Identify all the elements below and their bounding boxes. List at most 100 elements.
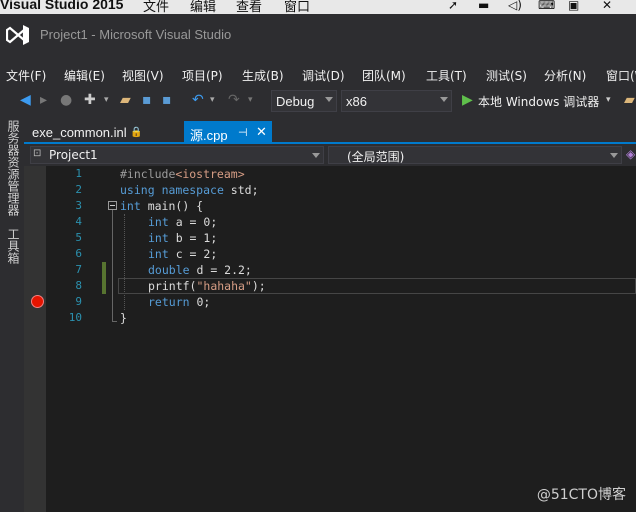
include-header: <iostream>	[175, 167, 245, 181]
scope-dropdown-icon	[610, 153, 618, 158]
menu-build[interactable]: 生成(B)	[242, 67, 284, 84]
menu-view[interactable]: 视图(V)	[122, 67, 164, 84]
project-scope-value: Project1	[49, 148, 98, 162]
keyword: int	[148, 215, 169, 229]
new-project-icon[interactable]: ✚	[84, 92, 96, 108]
menu-team[interactable]: 团队(M)	[362, 67, 406, 84]
keyword: return	[148, 295, 190, 309]
line-number: 3	[75, 199, 82, 212]
forward-circle-icon[interactable]: ●	[60, 92, 72, 108]
code-text: d = 2.2;	[189, 263, 252, 277]
breakpoint-icon[interactable]	[31, 295, 44, 308]
fold-guide-end	[112, 321, 117, 322]
lock-icon: 🔒	[130, 127, 143, 138]
project-scope-select[interactable]: ⊡ Project1	[30, 146, 324, 164]
code-text: printf(	[148, 279, 197, 293]
mac-menu-file[interactable]: 文件	[143, 0, 169, 14]
menu-test[interactable]: 测试(S)	[486, 67, 527, 84]
menu-project[interactable]: 项目(P)	[182, 67, 223, 84]
save-all-icon[interactable]: ▪	[162, 92, 172, 108]
mac-menu-window[interactable]: 窗口	[284, 0, 310, 14]
run-debugger-button[interactable]: 本地 Windows 调试器	[478, 93, 599, 110]
redo-icon[interactable]: ↷	[228, 92, 240, 108]
platform-value: x86	[346, 94, 367, 109]
menu-file[interactable]: 文件(F)	[6, 67, 46, 84]
close-icon[interactable]: ✕	[602, 0, 612, 12]
platform-select[interactable]: x86	[341, 90, 452, 112]
code-editor[interactable]	[24, 166, 636, 512]
line-number: 5	[75, 231, 82, 244]
line-number: 8	[75, 279, 82, 292]
collapse-toggle-icon[interactable]	[108, 201, 117, 210]
string-literal: "hahaha"	[196, 279, 252, 293]
menu-edit[interactable]: 编辑(E)	[64, 67, 105, 84]
code-text: a = 0;	[168, 215, 218, 229]
member-scope-icon[interactable]: ◈	[626, 147, 635, 161]
chat-icon[interactable]: ▬	[478, 0, 489, 12]
code-line[interactable]: using namespace std;	[120, 183, 259, 197]
box-icon[interactable]: ▣	[568, 0, 579, 12]
platform-dropdown-icon	[440, 97, 448, 102]
dropdown-arrow-icon[interactable]: ▾	[104, 92, 109, 108]
window-title: Project1 - Microsoft Visual Studio	[40, 27, 232, 42]
line-number: 1	[75, 167, 82, 180]
toolbox-tab[interactable]: 工具箱	[5, 228, 22, 264]
code-text: c = 2;	[168, 247, 218, 261]
keyword: int	[120, 199, 141, 213]
code-line[interactable]: #include<iostream>	[120, 167, 245, 181]
change-indicator	[102, 262, 106, 294]
code-line[interactable]: int a = 0;	[148, 215, 217, 229]
line-number: 2	[75, 183, 82, 196]
breakpoint-margin[interactable]	[24, 166, 46, 512]
play-icon[interactable]: ▶	[462, 92, 473, 108]
pin-icon[interactable]: ⊣	[238, 126, 248, 139]
code-line[interactable]: int c = 2;	[148, 247, 217, 261]
global-scope-select[interactable]: (全局范围)	[328, 146, 622, 164]
undo-dropdown-icon[interactable]: ▾	[210, 92, 215, 108]
menu-analyze[interactable]: 分析(N)	[544, 67, 586, 84]
code-line[interactable]: int b = 1;	[148, 231, 217, 245]
tab-exe-common[interactable]: exe_common.inl 🔒	[24, 121, 182, 143]
toolbar-extra-icon[interactable]: ▰	[624, 92, 635, 108]
menu-window[interactable]: 窗口(W)	[606, 67, 636, 84]
mac-menu-view[interactable]: 查看	[236, 0, 262, 14]
config-select[interactable]: Debug	[271, 90, 337, 112]
code-line[interactable]: return 0;	[148, 295, 210, 309]
volume-icon[interactable]: ◁)	[508, 0, 522, 12]
line-number: 9	[75, 295, 82, 308]
code-line[interactable]: double d = 2.2;	[148, 263, 252, 277]
save-icon[interactable]: ▪	[142, 92, 152, 108]
back-icon[interactable]: ◀	[20, 92, 31, 108]
redo-dropdown-icon[interactable]: ▾	[248, 92, 253, 108]
forward-icon[interactable]: ▸	[40, 92, 47, 108]
code-line[interactable]: }	[120, 311, 127, 325]
code-line[interactable]: int main() {	[120, 199, 203, 213]
run-dropdown-icon[interactable]: ▾	[606, 92, 611, 108]
visual-studio-logo-icon	[6, 25, 29, 45]
tab-close-icon[interactable]: ✕	[256, 124, 267, 140]
mac-app-name[interactable]: Visual Studio 2015	[0, 0, 123, 12]
server-explorer-tab[interactable]: 服务器资源管理器	[5, 120, 22, 216]
config-dropdown-icon	[325, 97, 333, 102]
code-text: 0;	[189, 295, 211, 309]
config-value: Debug	[276, 94, 315, 109]
menu-debug[interactable]: 调试(D)	[302, 67, 345, 84]
tab-source-cpp[interactable]: 源.cpp ⊣ ✕	[184, 121, 272, 143]
mac-menubar: Visual Studio 2015 文件 编辑 查看 窗口 ➚ ▬ ◁) ⌨ …	[0, 0, 636, 14]
code-text: std;	[223, 183, 259, 197]
keyword: int	[148, 231, 169, 245]
undo-icon[interactable]: ↶	[192, 92, 204, 108]
mac-menu-edit[interactable]: 编辑	[190, 0, 216, 14]
code-line[interactable]: printf("hahaha");	[148, 279, 266, 293]
keyboard-icon[interactable]: ⌨	[538, 0, 555, 12]
line-number: 4	[75, 215, 82, 228]
open-folder-icon[interactable]: ▰	[120, 92, 131, 108]
keyword: namespace	[161, 183, 224, 197]
line-number: 7	[75, 263, 82, 276]
tab-exe-common-label: exe_common.inl	[32, 125, 127, 140]
menu-tools[interactable]: 工具(T)	[426, 67, 467, 84]
line-number: 6	[75, 247, 82, 260]
keyword: int	[148, 247, 169, 261]
cursor-icon[interactable]: ➚	[448, 0, 458, 12]
line-number: 10	[68, 311, 82, 324]
